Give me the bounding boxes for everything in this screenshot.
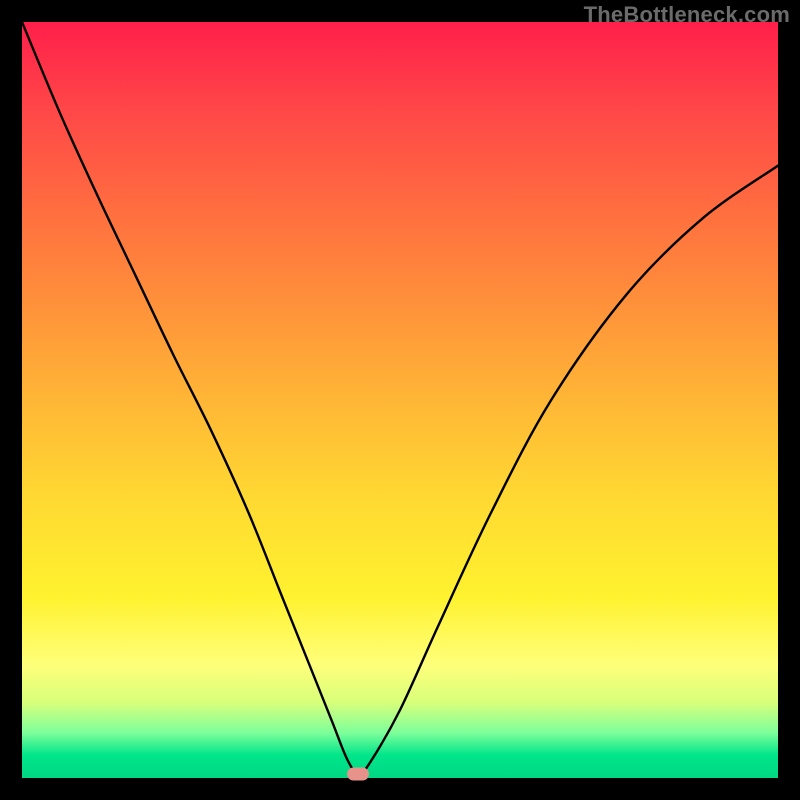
bottleneck-curve-path <box>22 22 778 774</box>
chart-frame: TheBottleneck.com <box>0 0 800 800</box>
chart-curve <box>22 22 778 778</box>
optimal-point-marker <box>347 768 369 781</box>
watermark-text: TheBottleneck.com <box>584 2 790 28</box>
